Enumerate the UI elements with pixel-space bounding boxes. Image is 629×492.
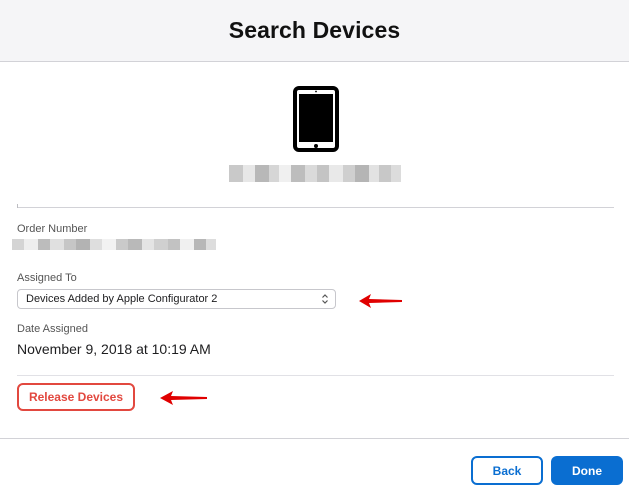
serial-number-redacted (229, 165, 401, 182)
done-button[interactable]: Done (551, 456, 623, 485)
assigned-to-select[interactable]: Devices Added by Apple Configurator 2 (17, 289, 336, 309)
date-assigned-label: Date Assigned (17, 323, 88, 335)
page-title: Search Devices (228, 17, 401, 43)
divider (17, 204, 614, 208)
divider (17, 375, 614, 376)
release-devices-button[interactable]: Release Devices (17, 383, 135, 411)
annotation-arrow-icon (160, 391, 207, 405)
search-devices-dialog: Search Devices Order Number Assigned To … (0, 0, 629, 492)
date-assigned-value: November 9, 2018 at 10:19 AM (17, 341, 211, 357)
footer-divider (0, 438, 629, 439)
assigned-to-label: Assigned To (17, 272, 77, 284)
ipad-icon (293, 86, 339, 152)
annotation-arrow-icon (359, 294, 402, 308)
order-number-redacted (12, 239, 220, 250)
dialog-header: Search Devices (0, 0, 629, 62)
updown-chevron-icon (322, 294, 328, 304)
order-number-label: Order Number (17, 223, 88, 235)
assigned-to-value: Devices Added by Apple Configurator 2 (26, 293, 218, 305)
back-button[interactable]: Back (471, 456, 543, 485)
